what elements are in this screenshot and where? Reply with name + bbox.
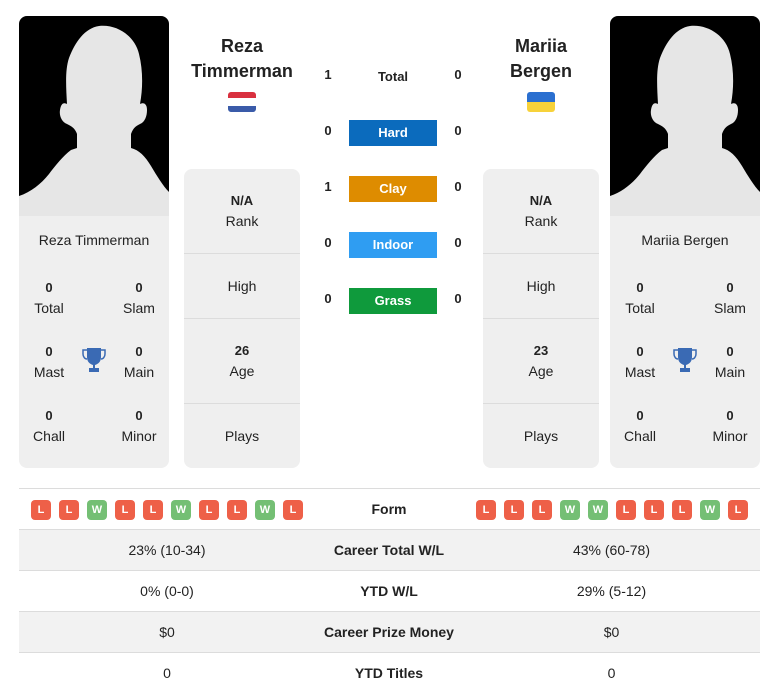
player2-form-badge-loss[interactable]: L xyxy=(728,500,748,520)
ytd-wl-label: YTD W/L xyxy=(360,583,418,599)
player1-form-badge-loss[interactable]: L xyxy=(227,500,247,520)
player1-form-badge-loss[interactable]: L xyxy=(115,500,135,520)
player2-plays: Plays xyxy=(523,428,559,444)
player1-prize-money: $0 xyxy=(159,624,175,640)
h2h-total-p1: 1 xyxy=(324,67,332,82)
player1-name-link[interactable]: Reza Timmerman xyxy=(177,34,307,84)
surface-hard-button[interactable]: Hard xyxy=(349,120,437,146)
player1-ytd-titles: 0 xyxy=(163,665,171,681)
player2-ytd-wl: 29% (5-12) xyxy=(576,583,647,599)
divider xyxy=(184,253,300,254)
player2-main-titles: 0 Main xyxy=(714,344,746,380)
player2-form-badge-win[interactable]: W xyxy=(588,500,608,520)
player2-age: 23 Age xyxy=(528,343,554,379)
prize-money-row: $0 Career Prize Money $0 xyxy=(19,611,760,652)
player1-minor-titles: 0 Minor xyxy=(121,408,157,444)
player2-form-badge-loss[interactable]: L xyxy=(644,500,664,520)
player1-age: 26 Age xyxy=(229,343,255,379)
h2h-grass-p2: 0 xyxy=(454,291,462,306)
player1-form-badge-win[interactable]: W xyxy=(87,500,107,520)
player1-career-wl: 23% (10-34) xyxy=(128,542,206,558)
surface-indoor-button[interactable]: Indoor xyxy=(349,232,437,258)
ukraine-flag-icon xyxy=(527,92,555,112)
netherlands-flag-icon xyxy=(228,92,256,112)
player1-form: LLWLLWLLWL xyxy=(31,500,303,520)
player1-form-badge-win[interactable]: W xyxy=(171,500,191,520)
player1-info-panel: N/A Rank High 26 Age Plays xyxy=(184,169,300,468)
player2-prize-money: $0 xyxy=(603,624,620,640)
surface-grass-button[interactable]: Grass xyxy=(349,288,437,314)
comparison-table: LLWLLWLLWL Form LLLWWLLLWL 23% (10-34) C… xyxy=(19,488,760,693)
player2-high: High xyxy=(526,278,556,294)
player2-form-badge-loss[interactable]: L xyxy=(616,500,636,520)
player2-minor-titles: 0 Minor xyxy=(712,408,748,444)
player1-form-badge-loss[interactable]: L xyxy=(31,500,51,520)
player2-form-badge-loss[interactable]: L xyxy=(476,500,496,520)
player2-career-wl: 43% (60-78) xyxy=(572,542,651,558)
ytd-titles-label: YTD Titles xyxy=(354,665,424,681)
h2h-grass-p1: 0 xyxy=(324,291,332,306)
h2h-clay-p2: 0 xyxy=(454,179,462,194)
h2h-clay-p1: 1 xyxy=(324,179,332,194)
player1-form-badge-win[interactable]: W xyxy=(255,500,275,520)
player2-form-badge-win[interactable]: W xyxy=(700,500,720,520)
divider xyxy=(184,318,300,319)
silhouette-icon xyxy=(610,25,760,216)
player2-ytd-titles: 0 xyxy=(607,665,616,681)
prize-money-label: Career Prize Money xyxy=(324,624,454,640)
player1-form-badge-loss[interactable]: L xyxy=(59,500,79,520)
player1-total-titles: 0 Total xyxy=(34,280,64,316)
player1-slam-titles: 0 Slam xyxy=(123,280,155,316)
player1-photo xyxy=(19,16,169,216)
divider xyxy=(483,253,599,254)
player2-form-badge-loss[interactable]: L xyxy=(672,500,692,520)
player1-card: Reza Timmerman 0 Total 0 Slam 0 Mast 0 M… xyxy=(19,16,169,468)
player1-rank: N/A Rank xyxy=(225,193,259,229)
player2-form-badge-win[interactable]: W xyxy=(560,500,580,520)
career-wl-label: Career Total W/L xyxy=(333,542,445,558)
divider xyxy=(184,403,300,404)
player2-info-panel: N/A Rank High 23 Age Plays xyxy=(483,169,599,468)
player1-card-name: Reza Timmerman xyxy=(38,232,150,248)
player1-mast-titles: 0 Mast xyxy=(33,344,65,380)
player1-form-badge-loss[interactable]: L xyxy=(283,500,303,520)
player2-photo xyxy=(610,16,760,216)
h2h-total-p2: 0 xyxy=(454,67,462,82)
player1-plays: Plays xyxy=(224,428,260,444)
player2-name-link[interactable]: Mariia Bergen xyxy=(476,34,606,84)
divider xyxy=(483,403,599,404)
ytd-titles-row: 0 YTD Titles 0 xyxy=(19,652,760,693)
h2h-indoor-p2: 0 xyxy=(454,235,462,250)
player2-mast-titles: 0 Mast xyxy=(624,344,656,380)
divider xyxy=(483,318,599,319)
silhouette-icon xyxy=(19,25,169,216)
player2-card: Mariia Bergen 0 Total 0 Slam 0 Mast 0 Ma… xyxy=(610,16,760,468)
player2-form-badge-loss[interactable]: L xyxy=(504,500,524,520)
player1-chall-titles: 0 Chall xyxy=(33,408,65,444)
player2-card-name: Mariia Bergen xyxy=(641,232,729,248)
ytd-wl-row: 0% (0-0) YTD W/L 29% (5-12) xyxy=(19,570,760,611)
career-wl-row: 23% (10-34) Career Total W/L 43% (60-78) xyxy=(19,529,760,570)
player2-rank: N/A Rank xyxy=(524,193,558,229)
player2-slam-titles: 0 Slam xyxy=(714,280,746,316)
player1-form-badge-loss[interactable]: L xyxy=(199,500,219,520)
player1-high: High xyxy=(227,278,257,294)
trophy-icon xyxy=(82,348,106,372)
h2h-total-label: Total xyxy=(377,69,409,84)
trophy-icon xyxy=(673,348,697,372)
form-row: LLWLLWLLWL Form LLLWWLLLWL xyxy=(19,488,760,529)
h2h-indoor-p1: 0 xyxy=(324,235,332,250)
player2-form: LLLWWLLLWL xyxy=(476,500,748,520)
surface-clay-button[interactable]: Clay xyxy=(349,176,437,202)
h2h-hard-p2: 0 xyxy=(454,123,462,138)
player1-ytd-wl: 0% (0-0) xyxy=(140,583,194,599)
player2-total-titles: 0 Total xyxy=(625,280,655,316)
h2h-hard-p1: 0 xyxy=(324,123,332,138)
player1-form-badge-loss[interactable]: L xyxy=(143,500,163,520)
player2-chall-titles: 0 Chall xyxy=(624,408,656,444)
player1-main-titles: 0 Main xyxy=(123,344,155,380)
form-label: Form xyxy=(371,501,407,517)
player2-form-badge-loss[interactable]: L xyxy=(532,500,552,520)
